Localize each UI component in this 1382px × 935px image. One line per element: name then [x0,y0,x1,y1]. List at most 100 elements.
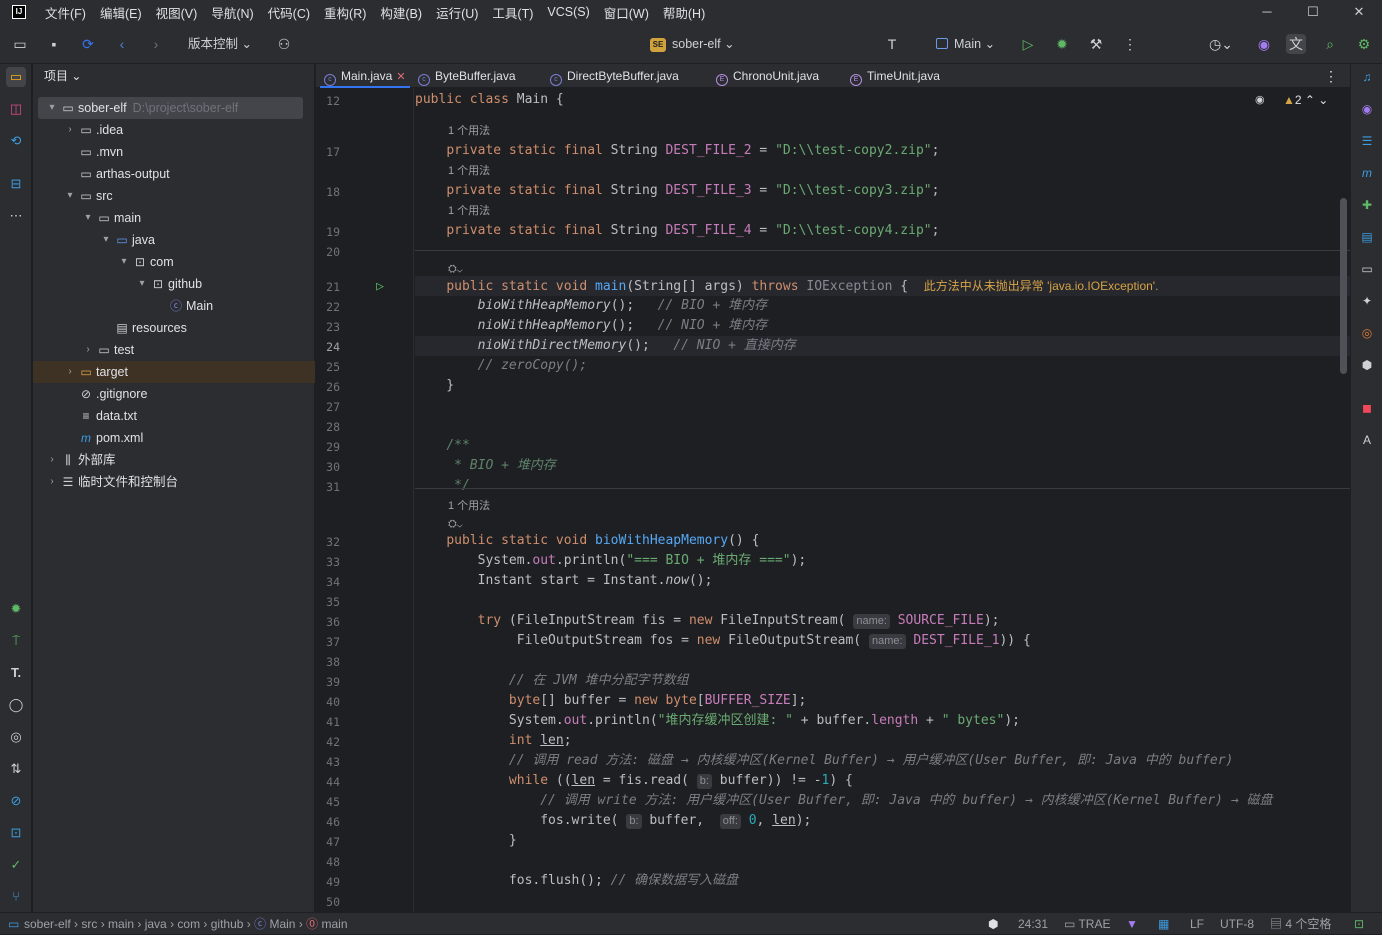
add-user-icon[interactable]: ⚇ [274,34,294,54]
usages-hint[interactable]: 1 个用法 [448,496,490,516]
tab-chronounit-java[interactable]: E ChronoUnit.java [716,64,819,88]
tree-item[interactable]: ▾ ▭ java [33,229,315,251]
debug-tool-icon[interactable]: ✹ [6,599,26,619]
terminal-icon[interactable]: ⊡ [6,823,26,843]
tree-item[interactable]: ⊘ .gitignore [33,383,315,405]
chat-icon[interactable]: ◯ [6,695,26,715]
save-icon[interactable]: ▪ [44,34,64,54]
code-line[interactable] [415,396,1350,416]
usages-hint[interactable]: 1 个用法 [448,121,490,141]
code-line[interactable]: */ [415,476,1350,496]
breadcrumb-item[interactable]: java [145,917,167,931]
menu-run[interactable]: 运行(U) [429,3,485,22]
editor-scrollbar[interactable] [1340,198,1347,374]
chevron-right-icon[interactable]: › [46,471,58,493]
tree-item[interactable]: ▭ .mvn [33,141,315,163]
run-icon[interactable]: ▷ [1018,34,1038,54]
usages-hint[interactable]: 1 个用法 [448,201,490,221]
code-line[interactable]: private static final String DEST_FILE_2 … [415,141,1350,161]
tree-item[interactable]: ▾ ▭ sober-elf D:\project\sober-elf [38,97,303,119]
chevron-right-icon[interactable]: › [82,339,94,361]
chevron-right-icon[interactable]: › [64,119,76,141]
code-line[interactable]: public static void main(String[] args) t… [415,276,1350,296]
code-line[interactable]: } [415,376,1350,396]
cube-icon[interactable]: ⬢ [1357,355,1377,375]
code-line[interactable] [415,891,1350,911]
maximize-icon[interactable]: ☐ [1290,0,1336,24]
breadcrumb-item[interactable]: src [81,917,97,931]
run-main-icon[interactable]: ▷ [360,279,384,294]
code-line[interactable] [415,416,1350,436]
tree-item[interactable]: ▾ ▭ src [33,185,315,207]
code-line[interactable]: // zeroCopy(); [415,356,1350,376]
history-icon[interactable]: ◷⌄ [1204,34,1238,54]
close-tab-icon[interactable]: ✕ [396,71,405,83]
code-line[interactable]: System.out.println("堆内存缓冲区创建: " + buffer… [415,711,1350,731]
forward-icon[interactable]: › [146,34,166,54]
structure-icon[interactable]: ⊟ [6,174,26,194]
code-line[interactable]: int len; [415,731,1350,751]
code-line[interactable] [415,591,1350,611]
git-icon[interactable]: ⑂ [6,887,26,907]
tree-item[interactable]: › ▭ test [33,339,315,361]
code-line[interactable]: bioWithHeapMemory(); // BIO + 堆内存 [415,296,1350,316]
plugin-icon[interactable]: ✚ [1357,195,1377,215]
database-icon[interactable]: ☰ [1357,131,1377,151]
copilot-icon[interactable]: ▼ [1126,913,1138,935]
ai-status-icon[interactable]: ⬢ [988,913,998,935]
chevron-down-icon[interactable]: ▾ [136,273,148,295]
breadcrumb-item[interactable]: main [322,917,348,931]
lock-icon[interactable]: ⊡ [1354,913,1364,935]
breadcrumb-item[interactable]: main [108,917,134,931]
code-line[interactable]: // 调用 read 方法: 磁盘 → 内核缓冲区(Kernel Buffer)… [415,751,1350,771]
tab-directbytebuffer-java[interactable]: c DirectByteBuffer.java [550,64,679,88]
code-line[interactable]: nioWithHeapMemory(); // NIO + 堆内存 [415,316,1350,336]
code-line[interactable] [415,651,1350,671]
menu-edit[interactable]: 编辑(E) [93,3,149,22]
problems-check-icon[interactable]: ✓ [6,855,26,875]
code-line[interactable]: public static void bioWithHeapMemory() { [415,531,1350,551]
run-config-selector[interactable]: Main ⌄ [936,34,995,54]
document-icon[interactable]: ▤ [1357,227,1377,247]
back-icon[interactable]: ‹ [112,34,132,54]
code-line[interactable]: /** [415,436,1350,456]
pull-requests-icon[interactable]: ⟲ [6,131,26,151]
code-line[interactable]: System.out.println("=== BIO + 堆内存 ==="); [415,551,1350,571]
tab-bytebuffer-java[interactable]: c ByteBuffer.java [418,64,516,88]
tree-item[interactable]: ▭ arthas-output [33,163,315,185]
chevron-down-icon[interactable]: ▾ [118,251,130,273]
tree-item[interactable]: ▾ ⊡ github [33,273,315,295]
cursor-position[interactable]: 24:31 [1018,913,1048,935]
arthas-icon[interactable]: ◎ [1357,323,1377,343]
tab-timeunit-java[interactable]: E TimeUnit.java [850,64,940,88]
chevron-down-icon[interactable]: ▾ [46,97,58,119]
indent-setting[interactable]: ▤ 4 个空格 [1270,913,1331,935]
tree-item[interactable]: ⓒ Main [33,295,315,317]
code-line[interactable]: fos.flush(); // 确保数据写入磁盘 [415,871,1350,891]
code-line[interactable]: fos.write( b: buffer, off: 0, len); [415,811,1350,831]
menu-navigate[interactable]: 导航(N) [204,3,260,22]
usages-hint[interactable]: 1 个用法 [448,161,490,181]
chevron-down-icon[interactable]: ▾ [100,229,112,251]
chevron-right-icon[interactable]: › [46,449,58,471]
tab-main-java[interactable]: c Main.java ✕ [320,64,410,88]
services-icon[interactable]: ◎ [6,727,26,747]
more-tools-icon[interactable]: ⋯ [6,206,26,226]
trae-plugin-status[interactable]: ▭ TRAE [1064,913,1110,935]
minimize-icon[interactable]: ─ [1244,0,1290,24]
code-line[interactable]: // 调用 write 方法: 用户缓冲区(User Buffer, 即: Ja… [415,791,1350,811]
notifications-icon[interactable]: ♫ [1357,67,1377,87]
search-icon[interactable]: ⌕ [1320,34,1340,54]
hammer-t-icon[interactable]: T [882,34,902,54]
tree-item[interactable]: ≡ data.txt [33,405,315,427]
breadcrumb-item[interactable]: github [211,917,244,931]
translate-plugin-icon[interactable]: ◼ [1357,398,1377,418]
build-icon[interactable]: ⚒ [1086,34,1106,54]
more-vertical-icon[interactable]: ⋮ [1120,34,1140,54]
code-line[interactable]: private static final String DEST_FILE_4 … [415,221,1350,241]
code-line[interactable] [415,851,1350,871]
line-separator[interactable]: LF [1190,913,1204,935]
tree-item[interactable]: ▾ ▭ main [33,207,315,229]
console-icon[interactable]: ▭ [1357,259,1377,279]
code-line[interactable]: } [415,831,1350,851]
